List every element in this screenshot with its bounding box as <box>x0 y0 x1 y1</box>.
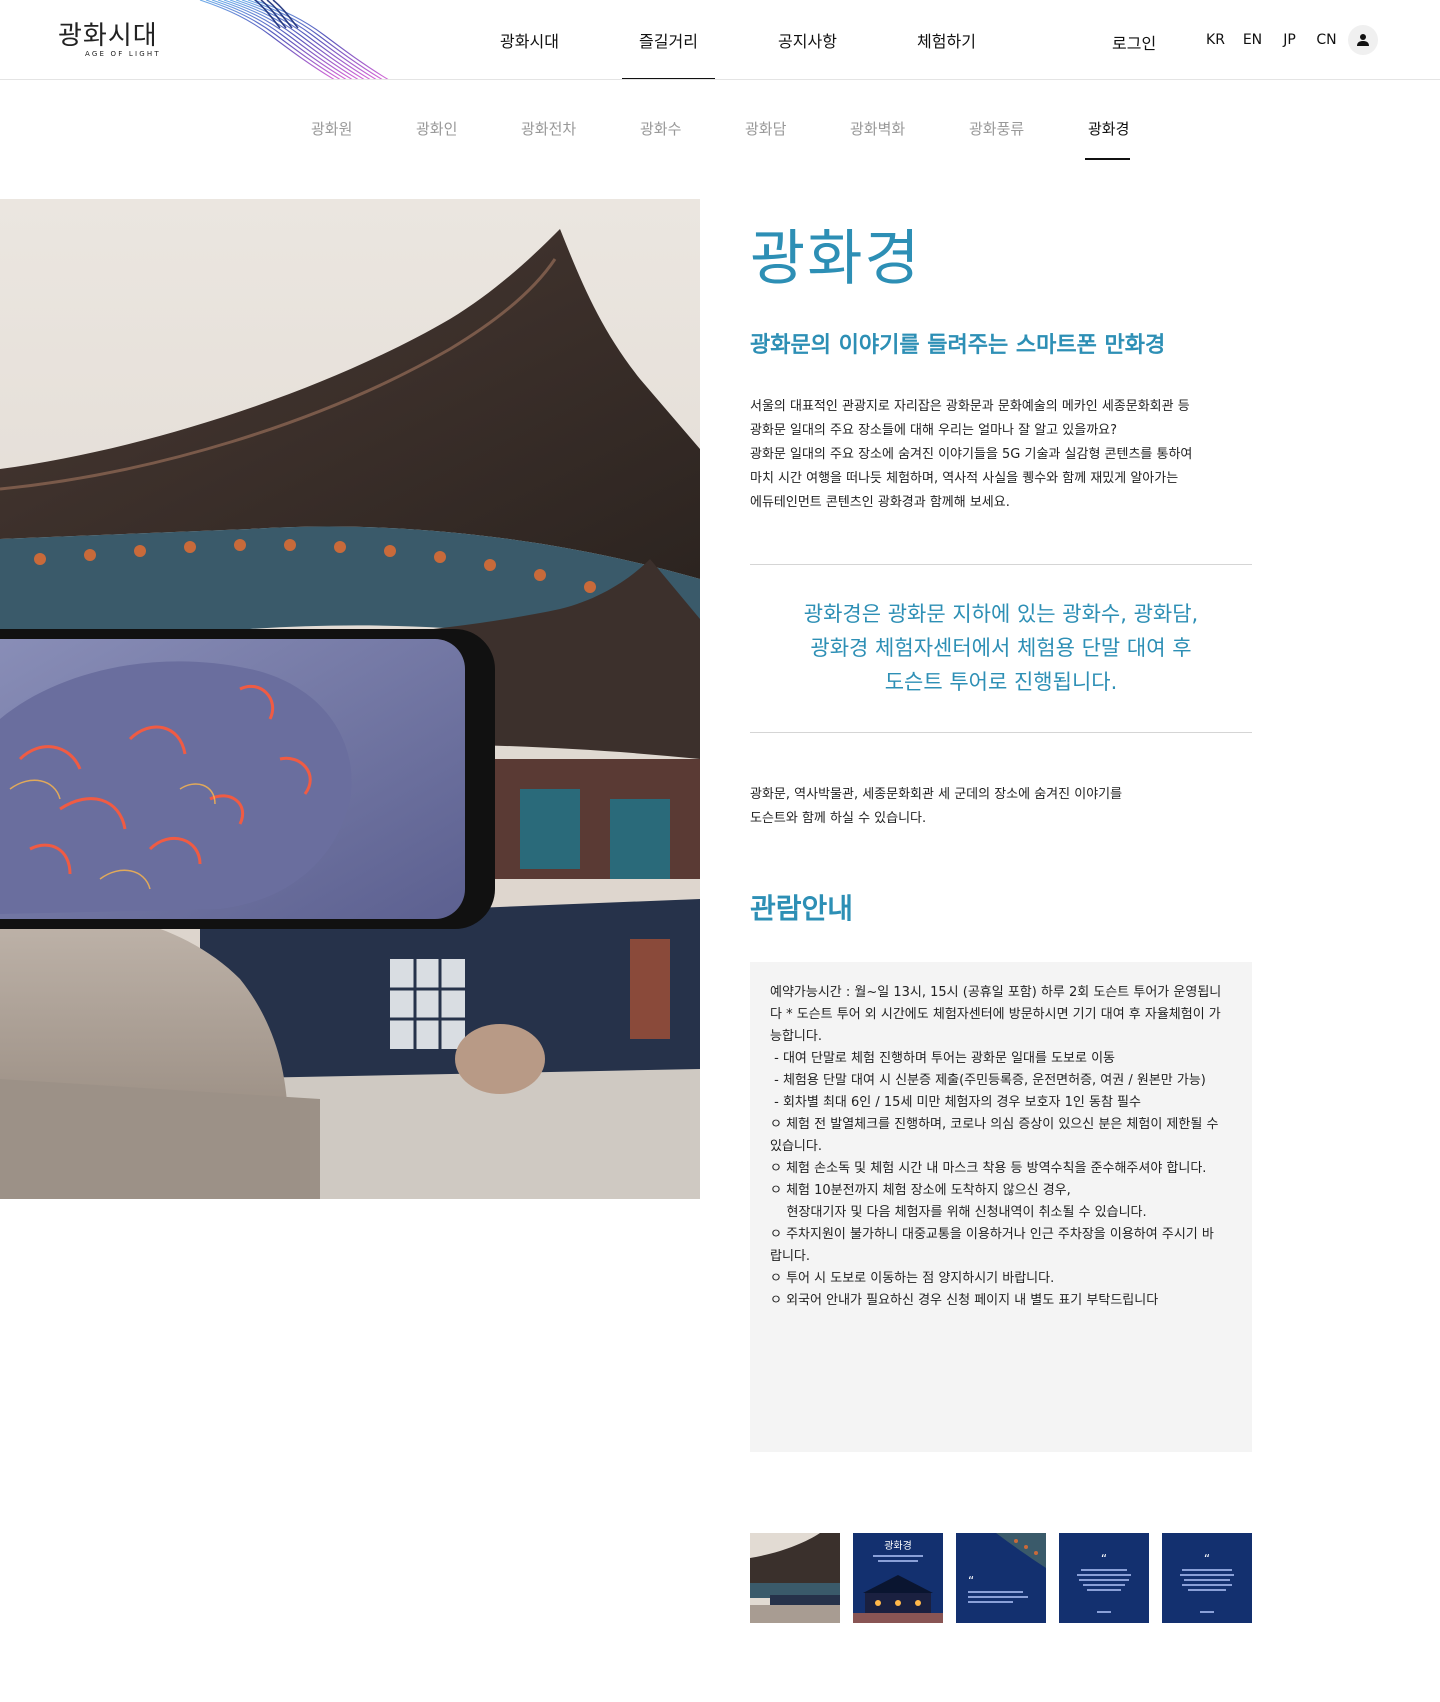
intro-line: 광화문 일대의 주요 장소에 숨겨진 이야기들을 5G 기술과 실감형 콘텐츠를… <box>750 447 1193 462</box>
subnav-item-gwanghwadam[interactable]: 광화담 <box>745 118 786 139</box>
thumbnail-5[interactable]: “ <box>1162 1533 1252 1623</box>
language-switcher: KR EN JP CN <box>1197 32 1345 48</box>
thumbnail-quote-card-image: “ <box>1059 1533 1149 1623</box>
svg-text:“: “ <box>1204 1552 1210 1566</box>
subnav-item-gwanghwajeoncha[interactable]: 광화전차 <box>521 118 576 139</box>
subnav-item-gwanghwagyeong[interactable]: 광화경 <box>1088 118 1129 139</box>
thumbnail-title-text: 광화경 <box>884 1539 912 1552</box>
lang-cn[interactable]: CN <box>1308 32 1345 48</box>
info-line: ㅇ 체험 손소독 및 체험 시간 내 마스크 착용 등 방역수칙을 준수해주셔야… <box>770 1161 1207 1176</box>
hero-image <box>0 199 700 1199</box>
sub-navigation: 광화원 광화인 광화전차 광화수 광화담 광화벽화 광화풍류 광화경 <box>0 80 1440 160</box>
intro-line: 광화문 일대의 주요 장소들에 대해 우리는 얼마나 잘 알고 있을까요? <box>750 423 1118 438</box>
user-icon <box>1357 34 1369 46</box>
palace-haechi-illustration <box>0 199 700 1199</box>
subnav-item-gwanghwawon[interactable]: 광화원 <box>311 118 352 139</box>
divider-bottom <box>750 732 1252 733</box>
info-line: - 대여 단말로 체험 진행하며 투어는 광화문 일대를 도보로 이동 <box>770 1051 1116 1066</box>
info-line: ㅇ 외국어 안내가 필요하신 경우 신청 페이지 내 별도 표기 부탁드립니다 <box>770 1293 1159 1308</box>
info-line: ㅇ 체험 전 발열체크를 진행하며, 코로나 의심 증상이 있으신 분은 체험이… <box>770 1117 1219 1132</box>
visit-info-heading: 관람안내 <box>750 892 854 925</box>
intro-line: 마치 시간 여행을 떠나듯 체험하며, 역사적 사실을 퀭수와 함께 재밌게 알… <box>750 471 1179 486</box>
lang-jp[interactable]: JP <box>1271 32 1308 48</box>
highlight-line: 광화경 체험자센터에서 체험용 단말 대여 후 <box>810 636 1192 660</box>
site-header: 광화시대 AGE OF LIGHT 광화시대 즐길거리 공지사항 체험하기 로그… <box>0 0 1440 80</box>
description-line: 광화문, 역사박물관, 세종문화회관 세 군데의 장소에 숨겨진 이야기를 <box>750 787 1123 802</box>
lang-en[interactable]: EN <box>1234 32 1271 48</box>
page-subtitle: 광화문의 이야기를 들려주는 스마트폰 만화경 <box>750 333 1166 358</box>
site-logo[interactable]: 광화시대 AGE OF LIGHT <box>58 22 168 58</box>
info-line: - 회차별 최대 6인 / 15세 미만 체험자의 경우 보호자 1인 동참 필… <box>770 1095 1141 1110</box>
lang-kr[interactable]: KR <box>1197 32 1234 48</box>
nav-item-gwanghwa-sidae[interactable]: 광화시대 <box>460 0 599 79</box>
highlight-line: 광화경은 광화문 지하에 있는 광화수, 광화담, <box>803 602 1199 626</box>
info-line: 랍니다. <box>770 1249 811 1264</box>
subnav-item-gwanghwabyeokhwa[interactable]: 광화벽화 <box>850 118 905 139</box>
thumbnail-1[interactable] <box>750 1533 840 1623</box>
thumbnail-quote-card-image-2: “ <box>1162 1533 1252 1623</box>
intro-text: 서울의 대표적인 관광지로 자리잡은 광화문과 문화예술의 메카인 세종문화회관… <box>750 395 1252 515</box>
thumbnail-gallery: 광화경 “ “ “ <box>750 1533 1252 1623</box>
visit-info-box: 예약가능시간 : 월~일 13시, 15시 (공휴일 포함) 하루 2회 도슨트… <box>750 962 1252 1452</box>
info-line: ㅇ 체험 10분전까지 체험 장소에 도착하지 않으신 경우, <box>770 1183 1071 1198</box>
thumbnail-night-gate-image: 광화경 <box>853 1533 943 1623</box>
logo-korean-text: 광화시대 <box>58 21 158 51</box>
thumbnail-palace-image <box>750 1533 840 1623</box>
thumbnail-3[interactable]: “ <box>956 1533 1046 1623</box>
svg-text:“: “ <box>1101 1552 1107 1566</box>
thumbnail-4[interactable]: “ <box>1059 1533 1149 1623</box>
divider-top <box>750 564 1252 565</box>
logo-english-text: AGE OF LIGHT <box>85 50 161 58</box>
logo-light-stripes <box>199 0 389 79</box>
thumbnail-2[interactable]: 광화경 <box>853 1533 943 1623</box>
info-line: ㅇ 주차지원이 불가하니 대중교통을 이용하거나 인근 주차장을 이용하여 주시… <box>770 1227 1214 1242</box>
info-line: 예약가능시간 : 월~일 13시, 15시 (공휴일 포함) 하루 2회 도슨트… <box>770 985 1222 1000</box>
info-line: - 체험용 단말 대여 시 신분증 제출(주민등록증, 운전면허증, 여권 / … <box>770 1073 1206 1088</box>
nav-item-attractions[interactable]: 즐길거리 <box>599 0 738 79</box>
info-line: 다 * 도슨트 투어 외 시간에도 체험자센터에 방문하시면 기기 대여 후 자… <box>770 1007 1221 1022</box>
info-line: 있습니다. <box>770 1139 822 1154</box>
subnav-item-gwanghwapungnyu[interactable]: 광화풍류 <box>969 118 1024 139</box>
info-line: ㅇ 투어 시 도보로 이동하는 점 양지하시기 바랍니다. <box>770 1271 1055 1286</box>
subnav-active-indicator <box>1085 158 1130 160</box>
main-navigation: 광화시대 즐길거리 공지사항 체험하기 <box>460 0 1016 79</box>
user-menu-button[interactable] <box>1348 25 1378 55</box>
highlight-text: 광화경은 광화문 지하에 있는 광화수, 광화담, 광화경 체험자센터에서 체험… <box>750 597 1252 699</box>
description-line: 도슨트와 함께 하실 수 있습니다. <box>750 811 927 826</box>
subnav-item-gwanghwasu[interactable]: 광화수 <box>640 118 681 139</box>
info-line: 능합니다. <box>770 1029 822 1044</box>
nav-item-experience[interactable]: 체험하기 <box>877 0 1016 79</box>
nav-item-notices[interactable]: 공지사항 <box>738 0 877 79</box>
description-text: 광화문, 역사박물관, 세종문화회관 세 군데의 장소에 숨겨진 이야기를 도슨… <box>750 783 1122 831</box>
thumbnail-roof-card-image: “ <box>956 1533 1046 1623</box>
intro-line: 서울의 대표적인 관광지로 자리잡은 광화문과 문화예술의 메카인 세종문화회관… <box>750 399 1190 414</box>
login-link[interactable]: 로그인 <box>1112 30 1156 54</box>
intro-line: 에듀테인먼트 콘텐츠인 광화경과 함께해 보세요. <box>750 495 1010 510</box>
info-line: 현장대기자 및 다음 체험자를 위해 신청내역이 취소될 수 있습니다. <box>770 1205 1147 1220</box>
page-title: 광화경 <box>750 224 922 294</box>
highlight-line: 도슨트 투어로 진행됩니다. <box>884 670 1118 694</box>
subnav-item-gwanghwain[interactable]: 광화인 <box>416 118 457 139</box>
svg-text:“: “ <box>968 1574 974 1588</box>
